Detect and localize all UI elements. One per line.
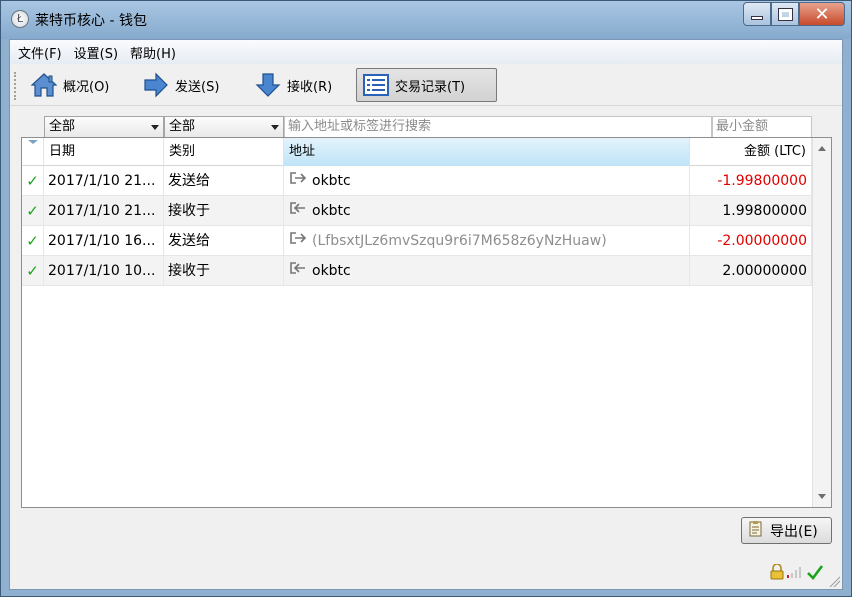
main-client-area: 文件(F) 设置(S) 帮助(H) 概况(O) 发送(S) 接收(R) 交易记录… [9,39,843,590]
table-header: 日期 类别 地址 金额 (LTC) [22,138,812,166]
wallet-window: Ł 莱特币核心 - 钱包 ✕ 文件(F) 设置(S) 帮助(H) 概况(O) 发… [0,0,852,597]
scroll-up-icon[interactable] [818,146,826,151]
status-column-header[interactable] [22,138,44,166]
close-button[interactable]: ✕ [799,2,845,26]
row-type: 发送给 [164,166,284,196]
send-out-icon [288,166,308,196]
type-filter-combo[interactable]: 全部 [164,116,284,138]
amount-column-header[interactable]: 金额 (LTC) [690,138,812,166]
address-search-input[interactable]: 输入地址或标签进行搜索 [284,116,712,138]
overview-button[interactable]: 概况(O) [24,68,118,102]
confirmed-check-icon: ✓ [22,256,44,286]
lock-icon[interactable] [770,563,784,584]
table-body: ✓ 2017/1/10 21... 发送给 okbtc -1.99800000 … [22,166,812,286]
window-controls: ✕ [743,2,845,28]
receive-button[interactable]: 接收(R) [248,68,341,102]
export-button[interactable]: 导出(E) [741,517,832,544]
row-address-cell: okbtc [284,196,690,226]
menu-file[interactable]: 文件(F) [12,41,68,64]
min-amount-placeholder: 最小金额 [716,119,769,134]
vertical-scrollbar[interactable] [812,138,831,507]
row-amount: 2.00000000 [690,256,812,286]
row-type: 接收于 [164,196,284,226]
confirmed-check-icon: ✓ [22,166,44,196]
arrow-down-icon [255,72,281,98]
menu-help[interactable]: 帮助(H) [124,41,182,64]
row-address-cell: okbtc [284,256,690,286]
maximize-button[interactable] [771,2,799,26]
date-filter-combo[interactable]: 全部 [44,116,164,138]
main-toolbar: 概况(O) 发送(S) 接收(R) 交易记录(T) [10,64,842,106]
address-column-header[interactable]: 地址 [284,138,690,166]
arrow-right-icon [143,72,169,98]
row-amount: 1.99800000 [690,196,812,226]
row-amount: -1.99800000 [690,166,812,196]
date-filter-value: 全部 [49,119,76,134]
send-button[interactable]: 发送(S) [136,68,228,102]
home-icon [31,72,57,98]
row-address-cell: (LfbsxtJLz6mvSzqu9r6i7M658z6yNzHuaw) [284,226,690,256]
date-column-header[interactable]: 日期 [44,138,164,166]
table-row[interactable]: ✓ 2017/1/10 10... 接收于 okbtc 2.00000000 [22,256,812,286]
menu-settings[interactable]: 设置(S) [68,41,124,64]
transactions-button[interactable]: 交易记录(T) [356,68,497,102]
type-filter-value: 全部 [169,119,196,134]
table-row[interactable]: ✓ 2017/1/10 21... 发送给 okbtc -1.99800000 [22,166,812,196]
row-date: 2017/1/10 10... [44,256,164,286]
send-label: 发送(S) [175,79,220,95]
table-row[interactable]: ✓ 2017/1/10 16... 发送给 (LfbsxtJLz6mvSzqu9… [22,226,812,256]
type-column-header[interactable]: 类别 [164,138,284,166]
confirmed-check-icon: ✓ [22,196,44,226]
row-amount: -2.00000000 [690,226,812,256]
chevron-down-icon [271,125,279,130]
resize-grip[interactable] [828,575,840,587]
send-out-icon [288,226,308,256]
row-type: 发送给 [164,226,284,256]
row-address: okbtc [312,263,351,279]
overview-label: 概况(O) [63,79,110,95]
confirmed-check-icon: ✓ [22,226,44,256]
scroll-down-icon[interactable] [818,494,826,499]
menu-bar: 文件(F) 设置(S) 帮助(H) [10,40,842,64]
sort-indicator-icon [28,140,38,144]
receive-in-icon [288,196,308,226]
row-date: 2017/1/10 21... [44,166,164,196]
row-address: okbtc [312,203,351,219]
maximize-icon [777,7,793,21]
minimize-button[interactable] [743,2,771,26]
minimize-icon [751,16,763,20]
window-title: 莱特币核心 - 钱包 [35,13,147,29]
row-address: okbtc [312,173,351,189]
table-row[interactable]: ✓ 2017/1/10 21... 接收于 okbtc 1.99800000 [22,196,812,226]
close-icon: ✕ [814,3,830,25]
row-type: 接收于 [164,256,284,286]
title-bar[interactable]: Ł 莱特币核心 - 钱包 ✕ [1,1,851,39]
list-icon [363,72,389,98]
chevron-down-icon [151,125,159,130]
export-label: 导出(E) [770,523,818,540]
row-date: 2017/1/10 16... [44,226,164,256]
row-address-cell: okbtc [284,166,690,196]
receive-label: 接收(R) [287,79,333,95]
search-placeholder: 输入地址或标签进行搜索 [288,119,432,134]
toolbar-grip[interactable] [14,72,17,100]
status-icons [770,563,824,584]
status-bar [10,560,842,589]
export-icon [748,520,764,541]
synced-check-icon[interactable] [806,564,824,584]
row-date: 2017/1/10 21... [44,196,164,226]
receive-in-icon [288,256,308,286]
row-address: (LfbsxtJLz6mvSzqu9r6i7M658z6yNzHuaw) [312,233,607,249]
transactions-table: 日期 类别 地址 金额 (LTC) ✓ 2017/1/10 21... 发送给 … [21,137,832,508]
transactions-label: 交易记录(T) [395,79,466,95]
litecoin-app-icon: Ł [11,10,29,28]
min-amount-input[interactable]: 最小金额 [712,116,812,138]
network-signal-icon[interactable] [786,565,804,583]
